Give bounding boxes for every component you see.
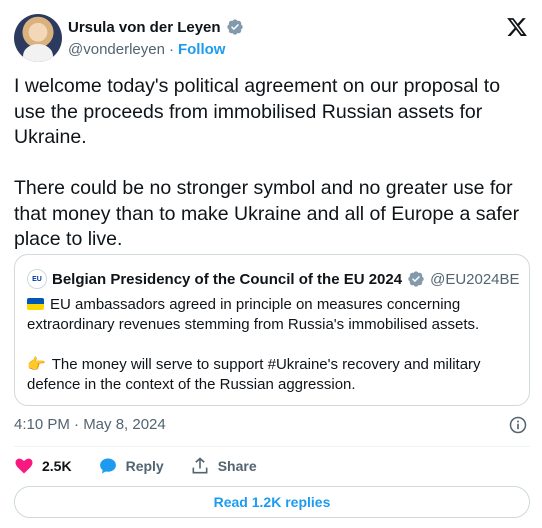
like-count: 2.5K: [42, 458, 72, 474]
read-replies-button[interactable]: Read 1.2K replies: [14, 486, 530, 518]
share-label: Share: [217, 458, 257, 474]
quoted-avatar: EU: [27, 269, 47, 289]
info-icon[interactable]: [508, 415, 528, 435]
share-button[interactable]: Share: [190, 456, 257, 476]
verified-badge-icon: [226, 19, 243, 35]
quoted-tweet-body: EU ambassadors agreed in principle on me…: [27, 295, 519, 395]
share-icon: [192, 457, 208, 474]
heart-icon: [15, 458, 33, 474]
reply-bubble-icon: [99, 458, 116, 474]
author-name-row: Ursula von der Leyen: [68, 18, 244, 36]
x-logo-icon[interactable]: [506, 16, 528, 38]
follow-button[interactable]: Follow: [178, 41, 226, 58]
reply-button[interactable]: Reply: [98, 456, 164, 476]
separator-dot: ·: [168, 41, 174, 58]
quoted-paragraph-2-text: The money will serve to support #Ukraine…: [27, 356, 481, 393]
reply-label: Reply: [125, 458, 164, 474]
pointing-hand-icon: 👉: [27, 356, 46, 373]
quoted-handle: @EU2024BE: [430, 270, 520, 288]
tweet-card: Ursula von der Leyen @vonderleyen · Foll…: [0, 0, 542, 528]
quoted-display-name: Belgian Presidency of the Council of the…: [52, 270, 403, 288]
quoted-tweet-header: EU Belgian Presidency of the Council of …: [27, 269, 520, 289]
quoted-paragraph-2: 👉 The money will serve to support #Ukrain…: [27, 355, 519, 395]
verified-badge-icon: [408, 271, 424, 287]
avatar[interactable]: [14, 14, 62, 62]
author-display-name[interactable]: Ursula von der Leyen: [68, 19, 221, 36]
tweet-text: I welcome today's political agreement on…: [14, 75, 520, 250]
timestamp-text[interactable]: 4:10 PM · May 8, 2024: [14, 416, 166, 433]
ukraine-flag-icon: [27, 298, 44, 310]
author-handle[interactable]: @vonderleyen: [68, 41, 165, 58]
author-handle-row: @vonderleyen · Follow: [68, 41, 225, 58]
divider: [14, 446, 530, 447]
quoted-paragraph-1: EU ambassadors agreed in principle on me…: [27, 295, 519, 335]
tweet-timestamp[interactable]: 4:10 PM · May 8, 2024: [14, 416, 166, 433]
action-bar: 2.5K Reply Share: [14, 456, 283, 476]
quoted-paragraph-1-text: EU ambassadors agreed in principle on me…: [27, 296, 480, 333]
like-button[interactable]: 2.5K: [14, 456, 72, 476]
quoted-tweet[interactable]: EU Belgian Presidency of the Council of …: [14, 254, 530, 406]
